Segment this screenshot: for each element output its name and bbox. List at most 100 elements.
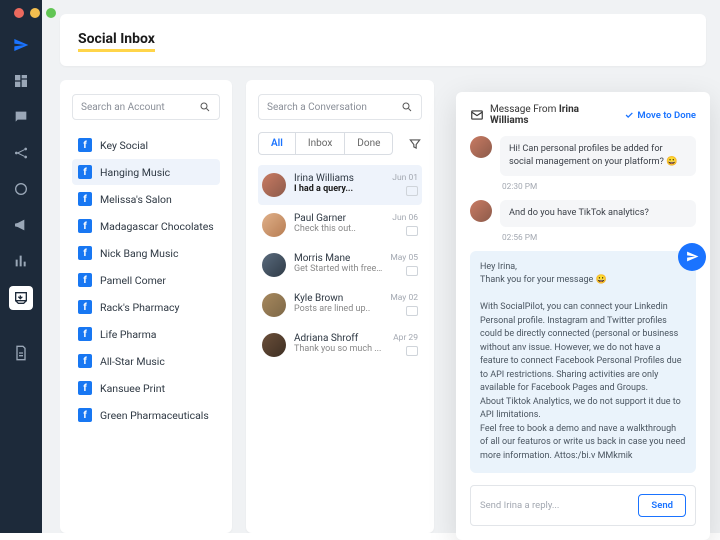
mail-icon [406, 266, 418, 276]
envelope-icon [470, 108, 484, 122]
message-timestamp: 02:56 PM [502, 233, 696, 243]
avatar [470, 200, 492, 222]
conversation-name: Irina Williams [294, 173, 384, 184]
move-to-done-button[interactable]: Move to Done [624, 110, 696, 121]
message-panel: Message From Irina Williams Move to Done… [456, 92, 710, 540]
conversation-tabs: All Inbox Done [258, 132, 422, 155]
accounts-panel: Search an Account f Key Social f Hanging M… [60, 80, 232, 533]
window-controls [14, 8, 56, 18]
account-label: Key Social [100, 139, 148, 152]
message-row: And do you have TikTok analytics? [470, 200, 696, 227]
nav-megaphone-icon[interactable] [10, 214, 32, 236]
account-label: Rack's Pharmacy [100, 301, 180, 314]
page-header: Social Inbox [60, 14, 706, 66]
conversations-panel: Search a Conversation All Inbox Done Iri… [246, 80, 434, 533]
maximize-dot[interactable] [46, 8, 56, 18]
facebook-icon: f [78, 327, 92, 341]
nav-document-icon[interactable] [10, 342, 32, 364]
message-timestamp: 02:30 PM [502, 182, 696, 192]
tab-done[interactable]: Done [345, 133, 392, 154]
account-item[interactable]: fPamell Comer [72, 267, 220, 293]
conversation-item[interactable]: Kyle BrownPosts are lined up.. May 02 [258, 285, 422, 325]
nav-analytics-icon[interactable] [10, 250, 32, 272]
account-item[interactable]: fGreen Pharmaceuticals [72, 402, 220, 428]
account-item[interactable]: f Melissa's Salon [72, 186, 220, 212]
reply-draft: Hey Irina, Thank you for your message 😀 … [470, 251, 696, 474]
account-label: All-Star Music [100, 355, 165, 368]
account-item[interactable]: f Life Pharma [72, 321, 220, 347]
page-title: Social Inbox [78, 31, 155, 52]
conversation-date: May 05 [390, 253, 418, 263]
conversation-list: Irina WilliamsI had a query... Jun 01 Pa… [258, 165, 422, 519]
conversation-search-placeholder: Search a Conversation [267, 102, 401, 113]
conversation-name: Kyle Brown [294, 293, 382, 304]
facebook-icon: f [78, 192, 92, 206]
filter-icon[interactable] [408, 137, 422, 151]
avatar [262, 293, 286, 317]
conversation-name: Morris Mane [294, 253, 382, 264]
reply-body: With SocialPilot, you can connect your L… [480, 301, 686, 463]
account-item[interactable]: fAll-Star Music [72, 348, 220, 374]
conversation-item[interactable]: Paul GarnerCheck this out.. Jun 06 [258, 205, 422, 245]
account-label: Melissa's Salon [100, 193, 172, 206]
account-list: f Key Social f Hanging Music f Melissa's Sa… [72, 132, 220, 428]
avatar [262, 173, 286, 197]
conversation-item[interactable]: Irina WilliamsI had a query... Jun 01 [258, 165, 422, 205]
reply-input[interactable]: Send Irina a reply... Send [470, 485, 696, 526]
account-label: Madagascar Chocolates [100, 220, 214, 233]
nav-network-icon[interactable] [10, 142, 32, 164]
account-label: Life Pharma [100, 328, 157, 341]
nav-inbox-icon[interactable] [9, 286, 33, 310]
search-icon [199, 101, 211, 113]
message-bubble: And do you have TikTok analytics? [500, 200, 696, 227]
account-item[interactable]: fRack's Pharmacy [72, 294, 220, 320]
avatar [262, 333, 286, 357]
minimize-dot[interactable] [30, 8, 40, 18]
account-search-placeholder: Search an Account [81, 102, 199, 113]
conversation-preview: I had a query... [294, 184, 384, 194]
account-label: Nick Bang Music [100, 247, 178, 260]
account-label: Pamell Comer [100, 274, 166, 287]
nav-dashboard-icon[interactable] [10, 70, 32, 92]
check-icon [624, 110, 634, 120]
send-fab-button[interactable] [678, 243, 706, 271]
conversation-search[interactable]: Search a Conversation [258, 94, 422, 120]
tab-all[interactable]: All [259, 133, 296, 154]
avatar [262, 213, 286, 237]
avatar [262, 253, 286, 277]
mail-icon [406, 186, 418, 196]
conversation-date: May 02 [390, 293, 418, 303]
nav-chat-icon[interactable] [10, 106, 32, 128]
nav-send-icon[interactable] [10, 34, 32, 56]
nav-target-icon[interactable] [10, 178, 32, 200]
reply-placeholder: Send Irina a reply... [480, 500, 638, 511]
account-item[interactable]: fMadagascar Chocolates [72, 213, 220, 239]
account-search[interactable]: Search an Account [72, 94, 220, 120]
mail-icon [406, 306, 418, 316]
facebook-icon: f [78, 408, 92, 422]
conversation-name: Adriana Shroff [294, 333, 385, 344]
close-dot[interactable] [14, 8, 24, 18]
send-icon [686, 250, 699, 263]
account-label: Hanging Music [100, 166, 170, 179]
message-row: Hi! Can personal profiles be added for s… [470, 136, 696, 176]
search-icon [401, 101, 413, 113]
conversation-preview: Check this out.. [294, 224, 384, 234]
facebook-icon: f [78, 246, 92, 260]
account-item[interactable]: f Nick Bang Music [72, 240, 220, 266]
conversation-preview: Thank you so much ... [294, 344, 385, 354]
conversation-item[interactable]: Morris ManeGet Started with free... May … [258, 245, 422, 285]
account-item[interactable]: f Hanging Music [72, 159, 220, 185]
account-item[interactable]: fKansuee Print [72, 375, 220, 401]
message-bubble: Hi! Can personal profiles be added for s… [500, 136, 696, 176]
account-item[interactable]: f Key Social [72, 132, 220, 158]
facebook-icon: f [78, 138, 92, 152]
facebook-icon: f [78, 165, 92, 179]
conversation-name: Paul Garner [294, 213, 384, 224]
nav-sidebar [0, 0, 42, 533]
tab-inbox[interactable]: Inbox [296, 133, 345, 154]
send-button[interactable]: Send [638, 494, 686, 517]
conversation-item[interactable]: Adriana ShroffThank you so much ... Apr … [258, 325, 422, 365]
conversation-preview: Posts are lined up.. [294, 304, 382, 314]
reply-thanks: Thank you for your message 😀 [480, 274, 686, 288]
